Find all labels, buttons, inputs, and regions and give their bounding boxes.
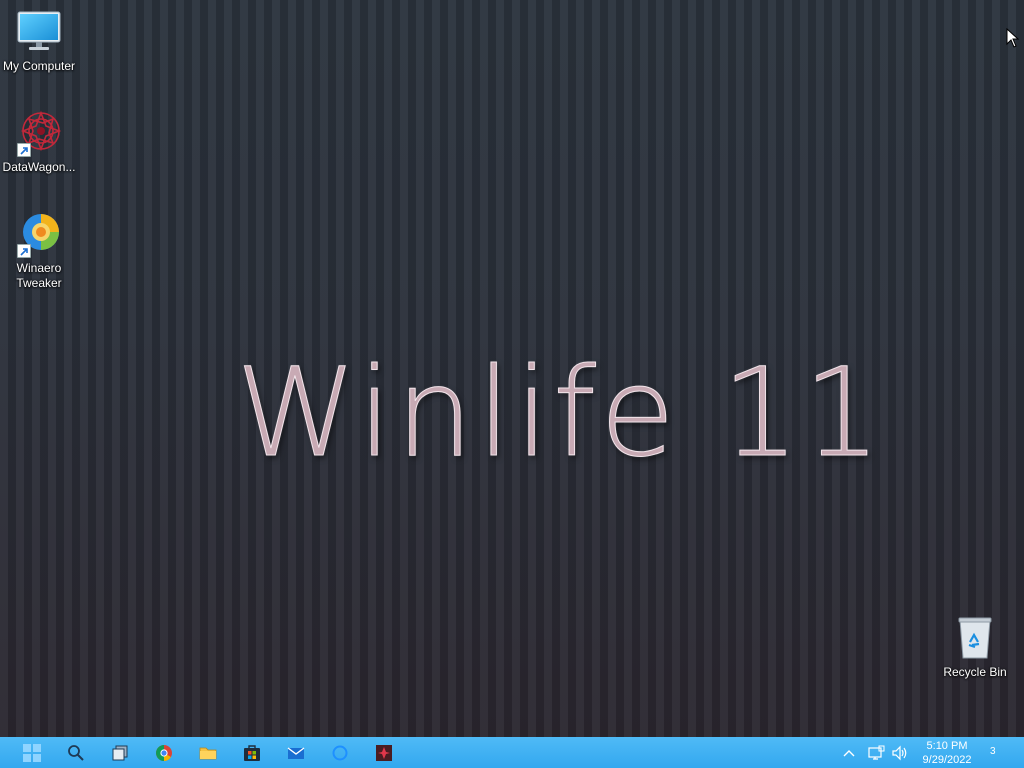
clock-date: 9/29/2022 (922, 754, 972, 766)
tray-network-button[interactable] (866, 737, 886, 768)
desktop-icon-datawagon[interactable]: DataWagon... (0, 109, 79, 175)
task-view-button[interactable] (100, 737, 140, 768)
mail-icon (287, 746, 305, 759)
winaero-tweaker-icon (15, 210, 63, 258)
monitor-icon (15, 8, 63, 56)
shortcut-arrow-icon (17, 244, 31, 258)
recycle-bin-icon (951, 614, 999, 662)
shortcut-arrow-icon (17, 143, 31, 157)
taskbar-cortana-button[interactable] (320, 737, 360, 768)
wallpaper-title: Winlife 11 (236, 342, 885, 484)
desktop-icon-label: Recycle Bin (943, 665, 1007, 679)
volume-icon (892, 745, 907, 760)
clock-time: 5:10 PM (926, 740, 968, 752)
windows-start-icon (23, 743, 41, 762)
taskbar-datawagon-button[interactable] (364, 737, 404, 768)
desktop-icon-winaero-tweaker[interactable]: Winaero Tweaker (0, 210, 79, 291)
tray-show-hidden-button[interactable] (840, 737, 858, 768)
notification-count-badge[interactable]: 3 (990, 746, 996, 757)
cortana-icon (332, 745, 348, 760)
datawagon-app-icon (376, 744, 392, 761)
taskbar-file-explorer-button[interactable] (188, 737, 228, 768)
search-icon (68, 744, 84, 761)
taskbar-chrome-button[interactable] (144, 737, 184, 768)
taskbar-store-button[interactable] (232, 737, 272, 768)
desktop-icon-my-computer[interactable]: My Computer (0, 8, 79, 74)
store-icon (244, 744, 260, 761)
desktop-icon-label: Winaero Tweaker (16, 261, 62, 290)
chevron-up-icon (843, 749, 855, 756)
start-button[interactable] (12, 737, 52, 768)
desktop[interactable]: Winlife 11 My Computer DataWagon... Wina… (0, 0, 1024, 737)
taskbar: 5:10 PM 9/29/2022 3 (0, 737, 1024, 768)
datawagon-app-icon (15, 109, 63, 157)
chrome-icon (156, 744, 172, 761)
network-icon (868, 745, 885, 760)
mouse-cursor-icon (1006, 27, 1020, 48)
desktop-icon-label: DataWagon... (2, 160, 76, 174)
desktop-icon-recycle-bin[interactable]: Recycle Bin (935, 614, 1015, 680)
tray-clock[interactable]: 5:10 PM 9/29/2022 (916, 739, 978, 768)
desktop-icon-label: My Computer (2, 59, 76, 73)
tray-volume-button[interactable] (890, 737, 910, 768)
search-button[interactable] (56, 737, 96, 768)
taskbar-mail-button[interactable] (276, 737, 316, 768)
task-view-icon (112, 745, 128, 760)
folder-icon (199, 747, 217, 759)
